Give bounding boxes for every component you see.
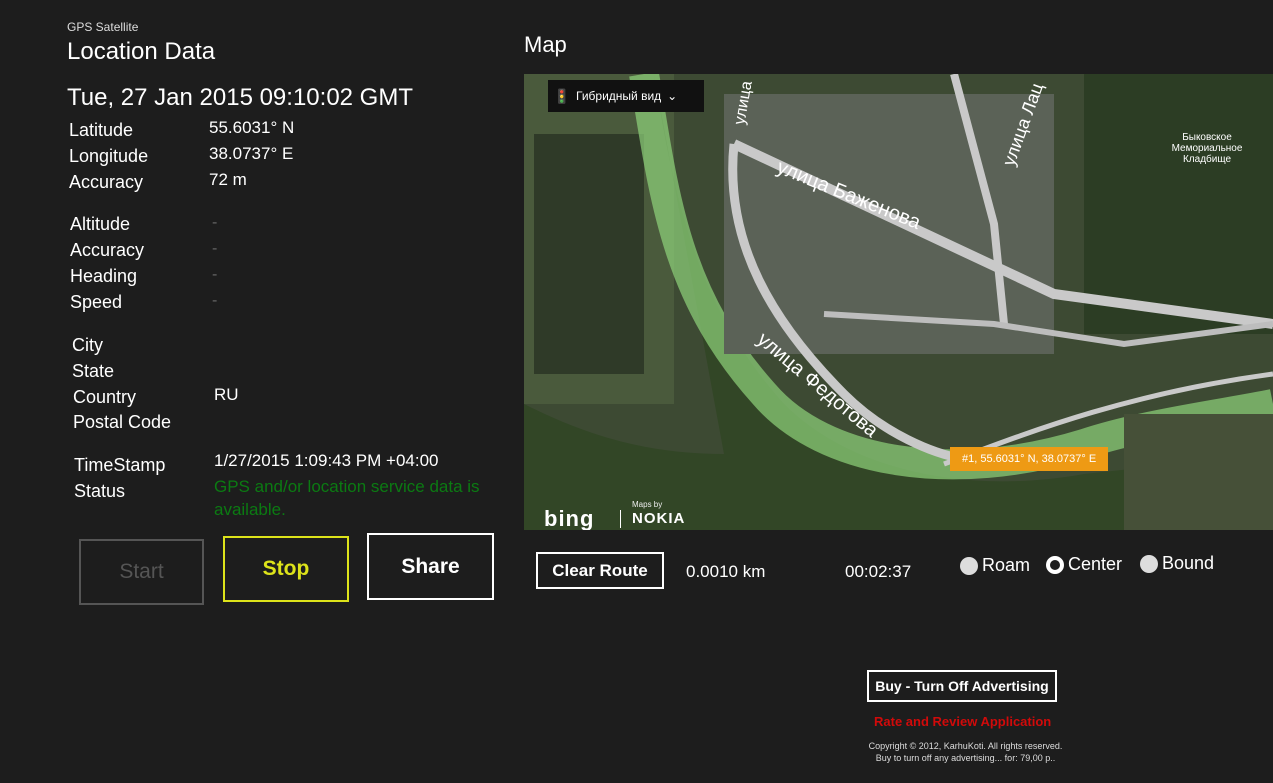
latitude-value: 55.6031° N [209, 118, 295, 137]
accuracy-label: Accuracy [69, 172, 144, 192]
route-distance: 0.0010 km [686, 562, 766, 581]
speed-value: - [212, 292, 218, 309]
radio-circle-selected-icon[interactable] [1046, 555, 1064, 574]
map-type-label: Гибридный вид [576, 89, 662, 103]
country-label: Country [73, 387, 137, 407]
roam-label: Roam [982, 555, 1031, 575]
bing-logo: bing [544, 506, 595, 530]
altitude-accuracy-label: Accuracy [70, 240, 145, 260]
longitude-label: Longitude [69, 146, 149, 166]
heading-label: Heading [70, 266, 138, 286]
center-label: Center [1068, 554, 1123, 574]
buy-note-line: Buy to turn off any advertising... for: … [875, 753, 1056, 763]
clear-route-button[interactable]: Clear Route [536, 552, 664, 589]
timestamp-value: 1/27/2015 1:09:43 PM +04:00 [214, 451, 439, 470]
bound-radio[interactable]: Bound [1140, 553, 1214, 574]
country-value: RU [214, 385, 239, 404]
radio-circle-icon[interactable] [960, 556, 978, 575]
postal-code-label: Postal Code [73, 412, 172, 432]
heading-value: - [212, 266, 218, 283]
city-label: City [72, 335, 103, 355]
roam-radio[interactable]: Roam [960, 555, 1030, 576]
altitude-accuracy-value: - [212, 240, 218, 257]
altitude-label: Altitude [70, 214, 131, 234]
nokia-logo: NOKIA [632, 510, 686, 527]
route-duration: 00:02:37 [845, 562, 912, 581]
copyright-line: Copyright © 2012, KarhuKoti. All rights … [868, 741, 1063, 751]
bound-label: Bound [1162, 553, 1215, 573]
map-type-selector[interactable]: 🚦 Гибридный вид ⌄ [548, 80, 704, 112]
radio-circle-icon[interactable] [1140, 554, 1158, 573]
rate-review-link[interactable]: Rate and Review Application [874, 714, 1051, 729]
stop-button[interactable]: Stop [223, 536, 349, 602]
accuracy-value: 72 m [209, 170, 247, 189]
app-name: GPS Satellite [67, 20, 139, 34]
longitude-value: 38.0737° E [209, 144, 294, 163]
timestamp-label: TimeStamp [74, 455, 166, 475]
start-button[interactable]: Start [79, 539, 204, 605]
map-title: Map [524, 32, 567, 57]
map-view[interactable]: улица Баженова улица Федотова улица Лац … [524, 74, 1273, 530]
center-radio[interactable]: Center [1046, 554, 1122, 575]
traffic-light-icon[interactable]: 🚦 [548, 88, 576, 105]
location-marker-label[interactable]: #1, 55.6031° N, 38.0737° E [950, 447, 1109, 471]
share-button[interactable]: Share [367, 533, 494, 600]
logo-separator [620, 510, 621, 528]
latitude-label: Latitude [69, 120, 134, 140]
poi-label: Быковское Мемориальное Кладбище [1171, 132, 1243, 165]
altitude-value: - [212, 214, 218, 231]
map-imagery [524, 74, 1273, 530]
speed-label: Speed [70, 292, 123, 312]
copyright-text: Copyright © 2012, KarhuKoti. All rights … [853, 740, 1078, 764]
buy-turn-off-ads-button[interactable]: Buy - Turn Off Advertising [867, 670, 1057, 702]
state-label: State [72, 361, 115, 381]
maps-by-text: Maps by [632, 500, 663, 509]
chevron-down-icon: ⌄ [667, 89, 678, 103]
status-label: Status [74, 481, 126, 501]
status-value: GPS and/or location service data is avai… [214, 477, 480, 519]
page-title: Location Data [67, 38, 216, 65]
datetime: Tue, 27 Jan 2015 09:10:02 GMT [67, 84, 413, 111]
